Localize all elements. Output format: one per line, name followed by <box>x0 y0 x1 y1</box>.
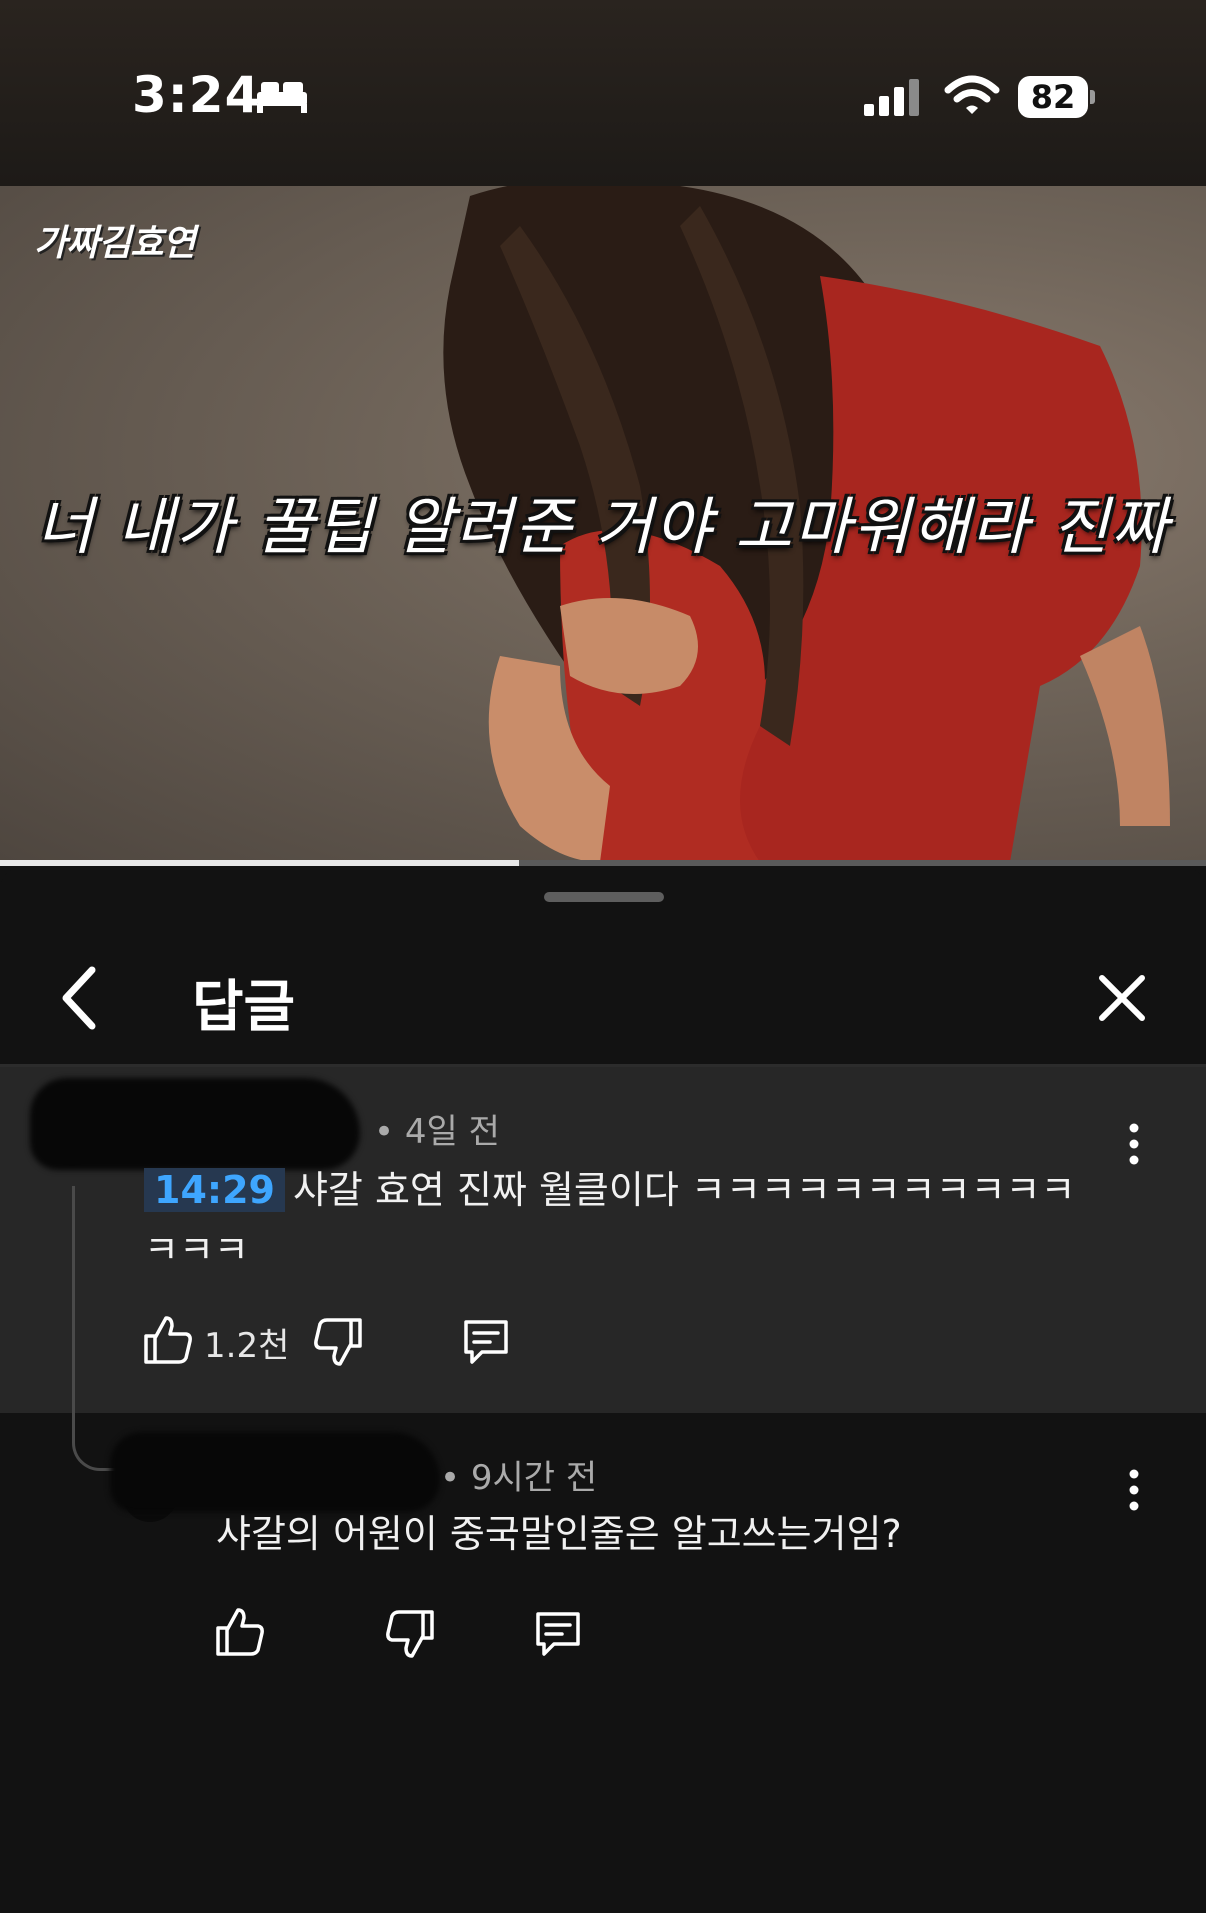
redacted-author <box>30 1078 360 1170</box>
battery-icon: 82 <box>1018 76 1096 118</box>
like-count: 1.2천 <box>204 1326 290 1366</box>
bed-icon <box>257 82 307 113</box>
comment-text: 샤갈의 어원이 중국말인줄은 알고쓰는거임? <box>216 1512 902 1556</box>
video-caption: 너 내가 꿀팁 알려준 거야 고마워해라 진짜 <box>36 490 1170 563</box>
more-vert-icon[interactable] <box>1122 1468 1146 1512</box>
more-vert-icon[interactable] <box>1122 1122 1146 1166</box>
battery-percent: 82 <box>1030 78 1076 116</box>
status-bar: 3:24 82 <box>0 0 1206 186</box>
redacted-author <box>110 1432 440 1512</box>
back-arrow-icon[interactable] <box>48 958 118 1038</box>
replies-sheet: 답글 • 4일 전 14:29 샤갈 효연 진짜 월클이다 ㅋㅋㅋㅋㅋㅋㅋㅋㅋㅋㅋ… <box>0 866 1206 1913</box>
thread-line <box>72 1186 119 1471</box>
comment-text: 14:29 샤갈 효연 진짜 월클이다 ㅋㅋㅋㅋㅋㅋㅋㅋㅋㅋㅋㅋㅋㅋ <box>144 1160 1104 1280</box>
drag-handle[interactable] <box>544 892 664 902</box>
thumb-down-icon[interactable] <box>312 1316 364 1368</box>
sheet-title: 답글 <box>192 975 296 1040</box>
reply-icon[interactable] <box>460 1316 512 1368</box>
thumb-up-icon[interactable] <box>214 1606 266 1658</box>
thumb-down-icon[interactable] <box>384 1608 436 1660</box>
channel-logo: 가짜김효연 <box>34 223 196 264</box>
comment-meta: • 4일 전 <box>374 1112 500 1152</box>
signal-icon <box>864 79 919 116</box>
reply-icon[interactable] <box>532 1608 584 1660</box>
time-ago: 9시간 전 <box>470 1458 598 1498</box>
video-player[interactable]: 가짜김효연 너 내가 꿀팁 알려준 거야 고마워해라 진짜 <box>0 186 1206 862</box>
wifi-icon <box>944 75 1000 114</box>
thumb-up-icon[interactable] <box>142 1314 194 1366</box>
status-time: 3:24 <box>132 66 261 124</box>
close-icon[interactable] <box>1090 966 1154 1030</box>
time-ago: 4일 전 <box>404 1112 500 1152</box>
comment-meta: • 9시간 전 <box>440 1458 598 1498</box>
timestamp-link[interactable]: 14:29 <box>144 1168 285 1212</box>
